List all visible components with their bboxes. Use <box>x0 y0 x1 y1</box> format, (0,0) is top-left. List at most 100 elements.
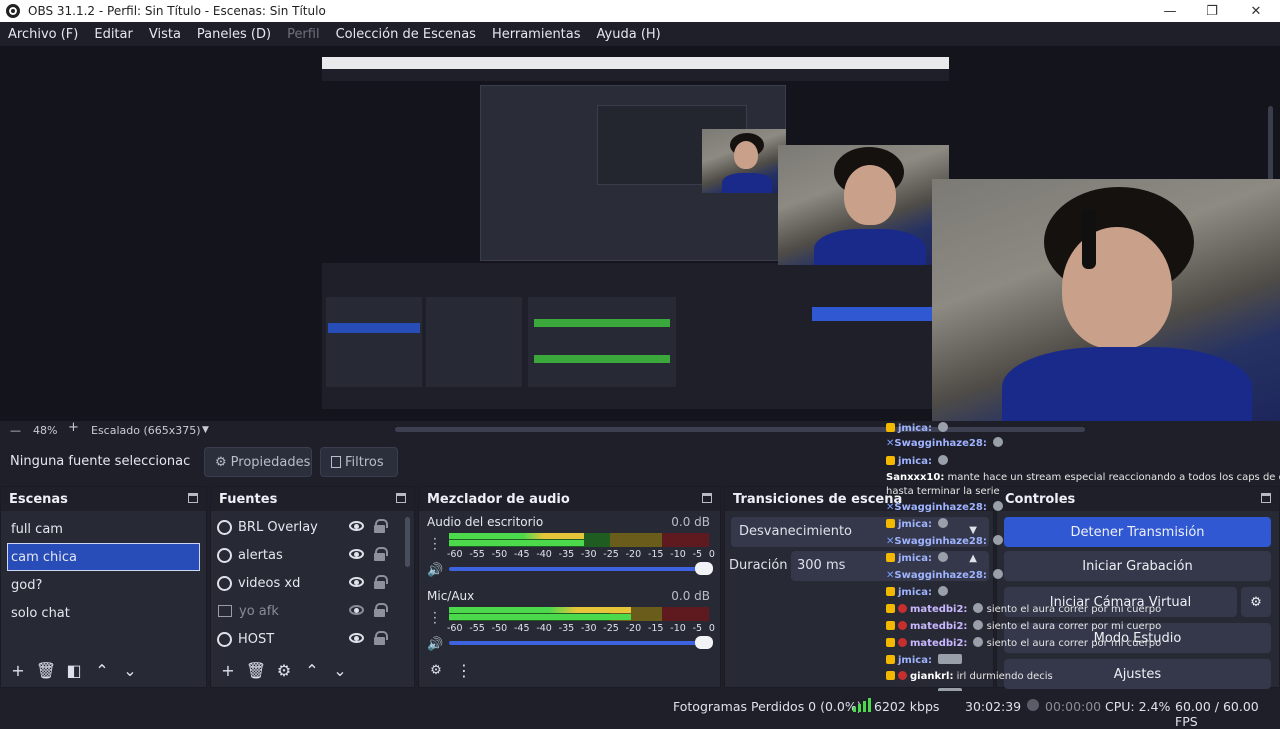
minimize-button[interactable]: — <box>1150 0 1190 22</box>
lock-icon[interactable] <box>374 603 388 617</box>
lock-icon[interactable] <box>374 519 388 533</box>
advanced-audio-icon[interactable]: ⚙ <box>423 659 449 681</box>
menu-file[interactable]: Archivo (F) <box>0 27 86 42</box>
menu-scene-collection[interactable]: Colección de Escenas <box>328 27 484 42</box>
settings-button[interactable]: Ajustes <box>1004 659 1271 689</box>
source-label: BRL Overlay <box>238 519 318 535</box>
add-scene-icon[interactable]: + <box>5 659 31 681</box>
audio-meter <box>449 533 709 547</box>
menu-edit[interactable]: Editar <box>86 27 141 42</box>
lock-icon[interactable] <box>374 547 388 561</box>
start-virtual-camera-button[interactable]: Iniciar Cámara Virtual <box>1004 587 1237 617</box>
volume-slider-knob[interactable] <box>695 562 713 575</box>
nested-menubar <box>322 69 949 81</box>
menu-bar: Archivo (F) Editar Vista Paneles (D) Per… <box>0 22 1280 46</box>
visibility-eye-icon[interactable] <box>349 633 364 643</box>
nested-webcam-medium <box>778 145 949 265</box>
dropped-frames: Fotogramas Perdidos 0 (0.0%) <box>673 699 862 714</box>
transitions-title: Transiciones de escena <box>733 491 903 507</box>
menu-view[interactable]: Vista <box>141 27 189 42</box>
spin-up-icon[interactable]: ▲ <box>969 553 977 564</box>
properties-button[interactable]: ⚙ Propiedades <box>204 447 312 477</box>
controls-title: Controles <box>1005 491 1076 507</box>
source-label: yo afk <box>239 603 279 619</box>
add-source-icon[interactable]: + <box>215 659 241 681</box>
sources-scrollbar[interactable] <box>405 517 410 567</box>
zoom-in-button[interactable]: + <box>68 420 79 435</box>
source-item[interactable]: alertas <box>211 541 414 569</box>
visibility-eye-icon[interactable] <box>349 521 364 531</box>
volume-icon[interactable]: 🔊 <box>427 563 445 578</box>
zoom-bar: — 48% + Escalado (665x375) ▼ <box>0 420 1280 439</box>
move-up-icon[interactable]: ⌃ <box>89 659 115 681</box>
virtual-camera-settings-icon[interactable]: ⚙ <box>1241 587 1271 617</box>
channel-menu-dots-icon[interactable]: · · · <box>433 607 437 629</box>
mixer-toolbar: ⚙ ⋮ <box>423 659 477 681</box>
source-label: HOST <box>238 631 275 647</box>
channel-menu-dots-icon[interactable]: · · · <box>433 533 437 555</box>
visibility-eye-hidden-icon[interactable] <box>349 605 364 615</box>
menu-tools[interactable]: Herramientas <box>484 27 589 42</box>
window-title: OBS 31.1.2 - Perfil: Sin Título - Escena… <box>28 4 326 18</box>
obs-logo-icon <box>6 4 20 18</box>
scene-filters-icon[interactable]: ◧ <box>61 659 87 681</box>
volume-slider-knob[interactable] <box>695 636 713 649</box>
source-item[interactable]: BRL Overlay <box>211 513 414 541</box>
source-item[interactable]: videos xd <box>211 569 414 597</box>
remove-scene-icon[interactable]: 🗑 <box>33 659 59 681</box>
preview-horizontal-scrollbar[interactable] <box>395 427 1085 432</box>
preview-canvas[interactable] <box>322 57 949 409</box>
undock-icon[interactable] <box>188 493 198 503</box>
scaling-dropdown-icon[interactable]: ▼ <box>202 425 209 435</box>
scene-item[interactable]: god? <box>1 571 206 599</box>
studio-mode-button[interactable]: Modo Estudio <box>1004 623 1271 653</box>
undock-icon[interactable] <box>1261 493 1271 503</box>
no-source-label: Ninguna fuente seleccionac <box>10 454 191 469</box>
move-down-icon[interactable]: ⌄ <box>327 659 353 681</box>
scene-item-selected[interactable]: cam chica <box>7 543 200 571</box>
scene-item[interactable]: solo chat <box>1 599 206 627</box>
mixer-menu-dots-icon[interactable]: ⋮ <box>451 659 477 681</box>
volume-icon[interactable]: 🔊 <box>427 637 445 652</box>
record-indicator-icon <box>1027 699 1039 711</box>
menu-help[interactable]: Ayuda (H) <box>589 27 669 42</box>
move-down-icon[interactable]: ⌄ <box>117 659 143 681</box>
properties-bar: Ninguna fuente seleccionac <box>0 440 1280 484</box>
headset-icon <box>1082 209 1096 269</box>
filter-icon <box>331 456 341 468</box>
sources-title: Fuentes <box>219 491 278 507</box>
undock-icon[interactable] <box>396 493 406 503</box>
nested-meter-2 <box>534 355 670 363</box>
visibility-eye-icon[interactable] <box>349 577 364 587</box>
zoom-out-button[interactable]: — <box>10 424 21 437</box>
nested-stop-button <box>812 307 932 321</box>
duration-label: Duración <box>729 558 788 573</box>
menu-docks[interactable]: Paneles (D) <box>189 27 279 42</box>
move-up-icon[interactable]: ⌃ <box>299 659 325 681</box>
properties-button-label: Propiedades <box>230 454 311 470</box>
close-button[interactable]: ✕ <box>1236 0 1276 22</box>
source-item[interactable]: yo afk <box>211 597 414 625</box>
scenes-toolbar: + 🗑 ◧ ⌃ ⌄ <box>5 659 143 681</box>
remove-source-icon[interactable]: 🗑 <box>243 659 269 681</box>
image-source-icon <box>218 605 232 617</box>
stop-streaming-button[interactable]: Detener Transmisión <box>1004 517 1271 547</box>
browser-source-icon <box>217 547 232 563</box>
scene-item[interactable]: full cam <box>1 515 206 543</box>
start-recording-button[interactable]: Iniciar Grabación <box>1004 551 1271 581</box>
maximize-button[interactable]: ❐ <box>1192 0 1232 22</box>
volume-slider[interactable] <box>449 636 713 649</box>
duration-spinbox[interactable]: 300 ms ▲ <box>791 551 989 581</box>
source-properties-icon[interactable]: ⚙ <box>271 659 297 681</box>
lock-icon[interactable] <box>374 575 388 589</box>
filters-button[interactable]: Filtros <box>320 447 398 477</box>
transition-select[interactable]: Desvanecimiento ▼ <box>731 517 989 547</box>
source-item[interactable]: HOST <box>211 625 414 653</box>
lock-icon[interactable] <box>374 631 388 645</box>
visibility-eye-icon[interactable] <box>349 549 364 559</box>
undock-icon[interactable] <box>702 493 712 503</box>
volume-slider[interactable] <box>449 562 713 575</box>
meter-level-right <box>449 614 631 620</box>
chevron-down-icon: ▼ <box>969 525 977 536</box>
scenes-dock-title: Escenas <box>1 487 206 511</box>
